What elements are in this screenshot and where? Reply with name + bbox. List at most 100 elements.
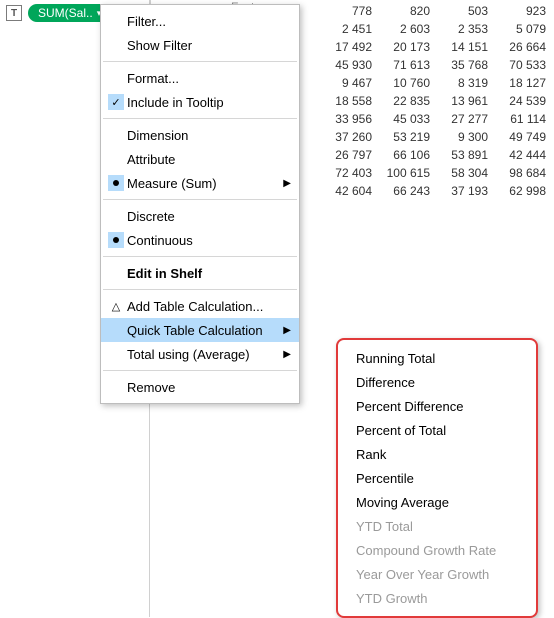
table-cell: 62 998 (496, 182, 554, 200)
menu-label: Include in Tooltip (127, 95, 291, 110)
submenu-running-total[interactable]: Running Total (338, 346, 536, 370)
checked-icon: ✓ (105, 94, 127, 110)
menu-label: Total using (Average) (127, 347, 283, 362)
table-cell: 26 797 (322, 146, 380, 164)
table-cell: 49 749 (496, 128, 554, 146)
menu-attribute[interactable]: Attribute (101, 147, 299, 171)
menu-separator (103, 289, 297, 290)
submenu-moving-average[interactable]: Moving Average (338, 490, 536, 514)
table-cell: 10 760 (380, 74, 438, 92)
quick-table-calc-submenu: Running Total Difference Percent Differe… (336, 338, 538, 618)
table-cell: 503 (438, 2, 496, 20)
table-cell: 53 219 (380, 128, 438, 146)
menu-label: Add Table Calculation... (127, 299, 291, 314)
menu-total-using[interactable]: Total using (Average) ▶ (101, 342, 299, 366)
table-cell: 61 114 (496, 110, 554, 128)
menu-separator (103, 118, 297, 119)
chevron-right-icon: ▶ (283, 178, 291, 189)
table-cell: 14 151 (438, 38, 496, 56)
table-cell: 778 (322, 2, 380, 20)
menu-measure[interactable]: Measure (Sum) ▶ (101, 171, 299, 195)
pill-label: SUM(Sal.. (38, 6, 93, 20)
text-mark-icon[interactable]: T (6, 5, 22, 21)
selected-icon (105, 175, 127, 191)
menu-edit-shelf[interactable]: Edit in Shelf (101, 261, 299, 285)
menu-quick-table-calc[interactable]: Quick Table Calculation ▶ (101, 318, 299, 342)
table-cell: 20 173 (380, 38, 438, 56)
table-cell: 9 300 (438, 128, 496, 146)
table-cell: 98 684 (496, 164, 554, 182)
table-cell: 53 891 (438, 146, 496, 164)
table-cell: 35 768 (438, 56, 496, 74)
submenu-rank[interactable]: Rank (338, 442, 536, 466)
table-cell: 17 492 (322, 38, 380, 56)
menu-continuous[interactable]: Continuous (101, 228, 299, 252)
pill-context-menu: Filter... Show Filter Format... ✓ Includ… (100, 4, 300, 404)
table-cell: 18 558 (322, 92, 380, 110)
table-cell: 13 961 (438, 92, 496, 110)
menu-label: Format... (127, 71, 291, 86)
table-cell: 37 260 (322, 128, 380, 146)
chevron-right-icon: ▶ (283, 325, 291, 336)
submenu-ytd-total: YTD Total (338, 514, 536, 538)
submenu-percentile[interactable]: Percentile (338, 466, 536, 490)
table-cell: 45 033 (380, 110, 438, 128)
table-cell: 2 451 (322, 20, 380, 38)
table-cell: 18 127 (496, 74, 554, 92)
menu-label: Attribute (127, 152, 291, 167)
table-cell: 5 079 (496, 20, 554, 38)
menu-label: Discrete (127, 209, 291, 224)
table-cell: 22 835 (380, 92, 438, 110)
table-cell: 42 604 (322, 182, 380, 200)
table-cell: 9 467 (322, 74, 380, 92)
measure-pill[interactable]: SUM(Sal.. ▾ (28, 4, 109, 22)
menu-label: Quick Table Calculation (127, 323, 283, 338)
submenu-yoy-growth: Year Over Year Growth (338, 562, 536, 586)
submenu-percent-difference[interactable]: Percent Difference (338, 394, 536, 418)
menu-remove[interactable]: Remove (101, 375, 299, 399)
menu-label: Remove (127, 380, 291, 395)
submenu-difference[interactable]: Difference (338, 370, 536, 394)
menu-label: Dimension (127, 128, 291, 143)
table-cell: 24 539 (496, 92, 554, 110)
table-cell: 45 930 (322, 56, 380, 74)
menu-label: Continuous (127, 233, 291, 248)
table-cell: 820 (380, 2, 438, 20)
table-cell: 58 304 (438, 164, 496, 182)
menu-discrete[interactable]: Discrete (101, 204, 299, 228)
menu-include-tooltip[interactable]: ✓ Include in Tooltip (101, 90, 299, 114)
menu-separator (103, 199, 297, 200)
menu-separator (103, 370, 297, 371)
menu-add-table-calc[interactable]: △ Add Table Calculation... (101, 294, 299, 318)
table-cell: 2 603 (380, 20, 438, 38)
menu-separator (103, 61, 297, 62)
menu-filter[interactable]: Filter... (101, 9, 299, 33)
menu-label: Filter... (127, 14, 291, 29)
delta-icon: △ (105, 300, 127, 313)
menu-label: Edit in Shelf (127, 266, 291, 281)
submenu-percent-of-total[interactable]: Percent of Total (338, 418, 536, 442)
table-cell: 2 353 (438, 20, 496, 38)
table-cell: 70 533 (496, 56, 554, 74)
table-cell: 100 615 (380, 164, 438, 182)
table-cell: 66 106 (380, 146, 438, 164)
table-cell: 72 403 (322, 164, 380, 182)
table-cell: 8 319 (438, 74, 496, 92)
submenu-ytd-growth: YTD Growth (338, 586, 536, 610)
submenu-compound-growth: Compound Growth Rate (338, 538, 536, 562)
table-cell: 37 193 (438, 182, 496, 200)
menu-label: Show Filter (127, 38, 291, 53)
table-cell: 71 613 (380, 56, 438, 74)
table-cell: 26 664 (496, 38, 554, 56)
menu-label: Measure (Sum) (127, 176, 283, 191)
table-cell: 33 956 (322, 110, 380, 128)
menu-dimension[interactable]: Dimension (101, 123, 299, 147)
menu-separator (103, 256, 297, 257)
menu-show-filter[interactable]: Show Filter (101, 33, 299, 57)
chevron-right-icon: ▶ (283, 349, 291, 360)
table-cell: 923 (496, 2, 554, 20)
table-cell: 27 277 (438, 110, 496, 128)
menu-format[interactable]: Format... (101, 66, 299, 90)
table-cell: 66 243 (380, 182, 438, 200)
table-cell: 42 444 (496, 146, 554, 164)
